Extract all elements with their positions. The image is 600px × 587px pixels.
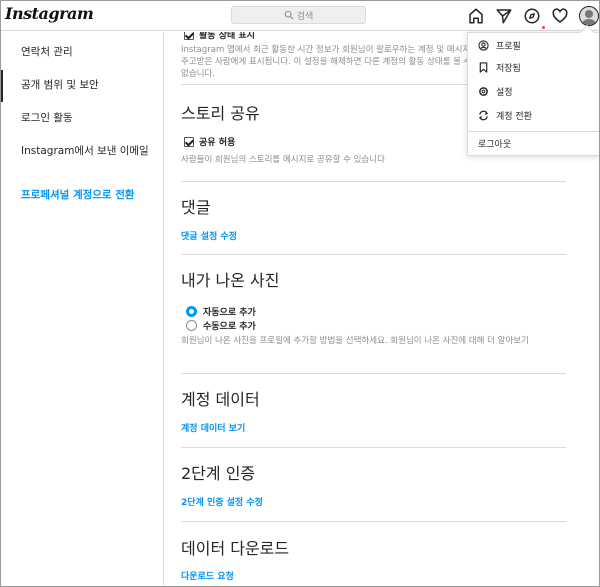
edit-comment-settings-link[interactable]: 댓글 설정 수정 [181, 229, 237, 242]
activity-status-row[interactable]: 활동 상태 표시 [184, 32, 255, 41]
menu-item-saved-label: 저장됨 [496, 63, 521, 74]
notification-dot [542, 26, 545, 29]
home-icon[interactable] [467, 7, 485, 25]
add-automatically-label: 자동으로 추가 [203, 308, 256, 318]
menu-item-switch-account-label: 계정 전환 [496, 111, 532, 122]
two-factor-title: 2단계 인증 [181, 464, 256, 483]
edit-two-factor-link[interactable]: 2단계 인증 설정 수정 [181, 495, 263, 508]
menu-item-logout-label: 로그아웃 [478, 139, 512, 150]
sidebar-item-login-activity[interactable]: 로그인 활동 [21, 111, 156, 125]
divider [181, 181, 566, 182]
divider [181, 373, 566, 374]
instagram-logo[interactable]: Instagram [5, 4, 94, 23]
menu-item-switch-account[interactable]: 계정 전환 [478, 105, 532, 125]
settings-sidebar: 연락처 관리 공개 범위 및 보안 로그인 활동 Instagram에서 보낸 … [1, 32, 164, 586]
explore-icon[interactable] [523, 7, 541, 25]
request-download-link[interactable]: 다운로드 요청 [181, 569, 234, 582]
divider [181, 521, 566, 522]
activity-status-label: 활동 상태 표시 [199, 32, 255, 41]
add-automatically-radio[interactable] [186, 306, 197, 317]
top-nav: Instagram 검색 [1, 1, 599, 31]
avatar[interactable] [579, 6, 599, 26]
photos-of-you-description: 회원님이 나온 사진을 프로필에 추가할 방법을 선택하세요. 회원님이 나온 … [181, 336, 529, 346]
photos-of-you-title: 내가 나온 사진 [181, 271, 280, 290]
story-sharing-label: 공유 허용 [199, 138, 236, 148]
nav-icons [467, 6, 599, 26]
profile-dropdown-menu: 프로필 저장됨 설정 계정 전환 로그아웃 [467, 24, 599, 156]
active-indicator [1, 70, 3, 102]
bookmark-icon [479, 61, 488, 73]
search-placeholder: 검색 [296, 11, 314, 22]
activity-status-checkbox[interactable] [184, 32, 194, 40]
browser-frame: Instagram 검색 연락처 관리 공개 범위 및 보안 로그인 활동 In… [0, 0, 600, 587]
activity-status-description: Instagram 앱에서 최근 활동한 시간 정보가 회원님이 팔로우하는 계… [181, 45, 479, 79]
sidebar-item-emails[interactable]: Instagram에서 보낸 이메일 [21, 144, 156, 158]
menu-item-profile-label: 프로필 [496, 41, 521, 52]
sidebar-item-privacy[interactable]: 공개 범위 및 보안 [21, 78, 156, 92]
heart-icon[interactable] [551, 7, 569, 25]
menu-item-profile[interactable]: 프로필 [478, 35, 521, 55]
divider [181, 447, 566, 448]
menu-item-settings-label: 설정 [496, 87, 513, 98]
story-sharing-checkbox[interactable] [184, 136, 194, 147]
comments-title: 댓글 [181, 198, 211, 217]
sidebar-item-contacts[interactable]: 연락처 관리 [21, 45, 156, 59]
menu-item-saved[interactable]: 저장됨 [478, 57, 521, 77]
dropdown-separator [468, 131, 599, 132]
view-account-data-link[interactable]: 계정 데이터 보기 [181, 421, 245, 434]
sidebar-item-professional[interactable]: 프로페셔널 계정으로 전환 [21, 188, 156, 202]
download-data-title: 데이터 다운로드 [181, 539, 290, 558]
account-data-title: 계정 데이터 [181, 390, 260, 409]
menu-item-settings[interactable]: 설정 [478, 81, 513, 101]
story-sharing-title: 스토리 공유 [181, 104, 260, 123]
add-manually-row[interactable]: 수동으로 추가 [186, 319, 256, 332]
gear-icon [479, 86, 488, 96]
divider [181, 254, 566, 255]
search-icon [284, 10, 294, 20]
profile-icon [478, 39, 489, 51]
switch-account-icon [478, 110, 489, 120]
menu-item-logout[interactable]: 로그아웃 [478, 133, 511, 153]
story-sharing-row[interactable]: 공유 허용 [184, 135, 235, 148]
add-manually-radio[interactable] [186, 320, 197, 331]
add-automatically-row[interactable]: 자동으로 추가 [186, 305, 256, 318]
direct-message-icon[interactable] [495, 7, 513, 25]
search-input[interactable]: 검색 [231, 6, 366, 24]
add-manually-label: 수동으로 추가 [203, 322, 256, 332]
